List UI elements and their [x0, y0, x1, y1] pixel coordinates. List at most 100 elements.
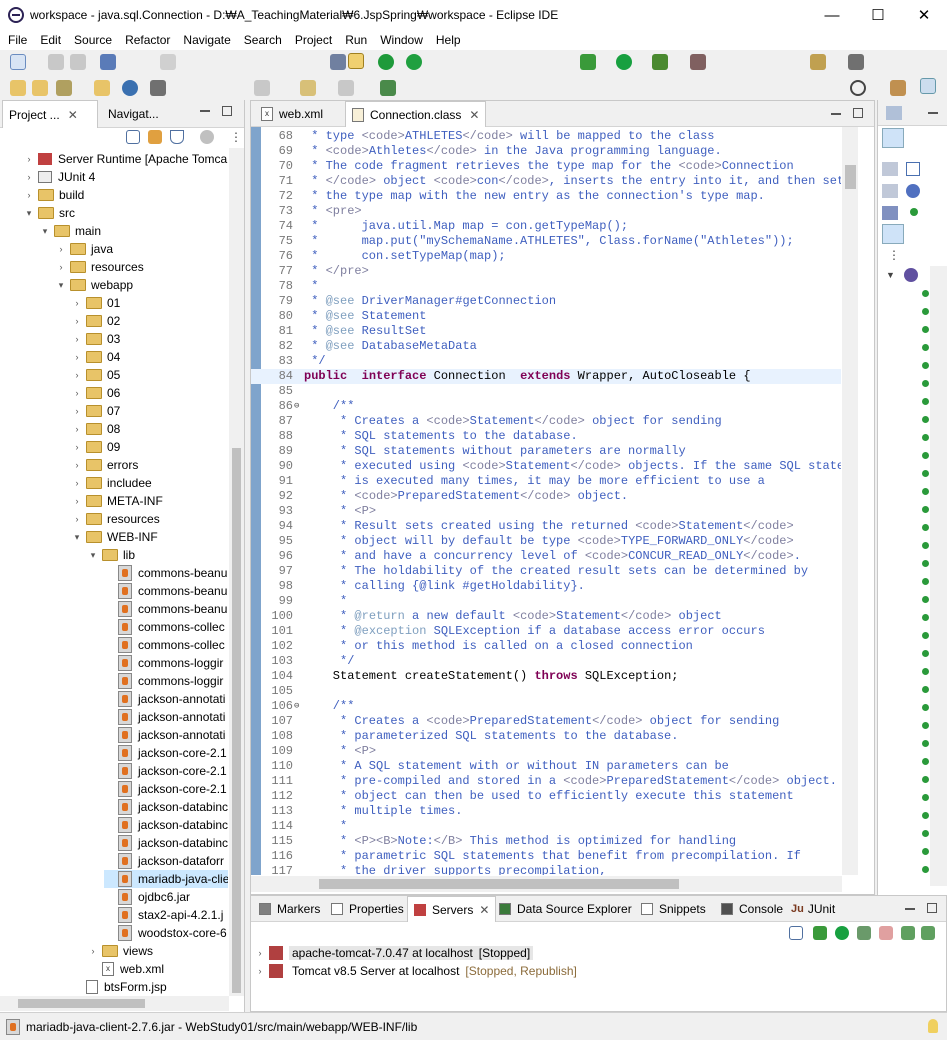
scrollbar-thumb[interactable]	[232, 448, 241, 993]
publish-server-icon[interactable]	[406, 54, 422, 70]
tab-snippets[interactable]: Snippets	[635, 896, 712, 922]
public-method-icon[interactable]	[922, 362, 929, 369]
tree-item[interactable]: jackson-databinc	[104, 816, 228, 834]
tab-markers[interactable]: Markers	[253, 896, 326, 922]
chevron-right-icon[interactable]: ›	[72, 298, 82, 308]
public-method-icon[interactable]	[922, 506, 929, 513]
forward-icon[interactable]	[338, 80, 354, 96]
open-type-icon[interactable]	[10, 80, 26, 96]
tree-item[interactable]: jackson-annotati	[104, 726, 225, 744]
tree-item[interactable]: › views	[88, 942, 154, 960]
public-method-icon[interactable]	[922, 578, 929, 585]
code-line[interactable]: 95 * object will by default be type <cod…	[251, 534, 841, 549]
code-line[interactable]: 71 * </code> object <code>con</code>, in…	[251, 174, 841, 189]
tree-item[interactable]: › 07	[72, 402, 121, 420]
code-line[interactable]: 115 * <P><B>Note:</B> This method is opt…	[251, 834, 841, 849]
tab-console[interactable]: Console	[715, 896, 789, 922]
toggle-mark-icon[interactable]	[330, 54, 346, 70]
new-java-project-icon[interactable]	[810, 54, 826, 70]
code-line[interactable]: 117 * the driver supports precompilation…	[251, 864, 841, 875]
code-line[interactable]: 75 * map.put("mySchemaName.ATHLETES", Cl…	[251, 234, 841, 249]
maximize-button[interactable]: ☐	[855, 0, 901, 30]
search-icon[interactable]	[850, 80, 866, 96]
collapse-all-icon[interactable]	[789, 926, 803, 940]
minimize-icon[interactable]	[200, 110, 210, 112]
chevron-right-icon[interactable]: ›	[72, 514, 82, 524]
external-tools-icon[interactable]	[690, 54, 706, 70]
code-line[interactable]: 110 * A SQL statement with or without IN…	[251, 759, 841, 774]
public-method-icon[interactable]	[922, 344, 929, 351]
scrollbar-thumb[interactable]	[319, 879, 679, 889]
chevron-right-icon[interactable]: ›	[72, 370, 82, 380]
chevron-down-icon[interactable]: ▾	[40, 226, 50, 237]
public-method-icon[interactable]	[922, 776, 929, 783]
tab-properties[interactable]: Properties	[325, 896, 410, 922]
public-method-icon[interactable]	[922, 560, 929, 567]
code-line[interactable]: 81 * @see ResultSet	[251, 324, 841, 339]
maximize-icon[interactable]	[927, 903, 937, 913]
tree-item[interactable]: › errors	[72, 456, 139, 474]
tree-item[interactable]: › 04	[72, 348, 121, 366]
code-line[interactable]: 86 ⊖ /**	[251, 399, 841, 414]
java-ee-perspective-icon[interactable]	[890, 80, 906, 96]
save-all-icon[interactable]	[70, 54, 86, 70]
tree-item[interactable]: ojdbc6.jar	[104, 888, 190, 906]
code-line[interactable]: 99 *	[251, 594, 841, 609]
code-line[interactable]: 93 * <P>	[251, 504, 841, 519]
coverage-icon[interactable]	[652, 54, 668, 70]
tree-item[interactable]: › 06	[72, 384, 121, 402]
tab-servers[interactable]: Servers ✕	[407, 896, 497, 922]
view-menu-icon[interactable]: ⋮	[230, 130, 242, 144]
code-line[interactable]: 68 * type <code>ATHLETES</code> will be …	[251, 129, 841, 144]
tree-item[interactable]: commons-beanu	[104, 582, 227, 600]
tree-item[interactable]: › java	[56, 240, 114, 258]
tree-item[interactable]: commons-collec	[104, 636, 225, 654]
public-method-icon[interactable]	[922, 794, 929, 801]
public-method-icon[interactable]	[922, 290, 929, 297]
tree-horizontal-scrollbar[interactable]	[0, 996, 229, 1011]
tree-item[interactable]: › resources	[56, 258, 144, 276]
tree-item[interactable]: › 05	[72, 366, 121, 384]
filter-icon[interactable]	[170, 130, 184, 144]
tree-vertical-scrollbar[interactable]	[229, 148, 244, 996]
publish-icon[interactable]	[901, 926, 915, 940]
public-method-icon[interactable]	[922, 308, 929, 315]
code-line[interactable]: 104 Statement createStatement() throws S…	[251, 669, 841, 684]
fold-icon[interactable]: ⊖	[294, 399, 299, 414]
code-line[interactable]: 72 * the type map with the new entry as …	[251, 189, 841, 204]
menu-navigate[interactable]: Navigate	[175, 33, 235, 47]
tree-item[interactable]: › includee	[72, 474, 152, 492]
tree-item[interactable]: x web.xml	[88, 960, 164, 978]
tree-item[interactable]: ▾ WEB-INF	[72, 528, 158, 546]
public-method-icon[interactable]	[922, 416, 929, 423]
tree-item[interactable]: commons-loggir	[104, 672, 223, 690]
code-line[interactable]: 84 public interface Connection extends Wr…	[251, 369, 841, 384]
public-method-icon[interactable]	[922, 758, 929, 765]
tab-data-source-explorer[interactable]: Data Source Explorer	[493, 896, 638, 922]
code-line[interactable]: 96 * and have a concurrency level of <co…	[251, 549, 841, 564]
chevron-right-icon[interactable]: ›	[72, 316, 82, 326]
view-menu-icon[interactable]: ⋮	[888, 248, 900, 262]
toggle-breadcrumb-icon[interactable]	[348, 53, 364, 69]
menu-file[interactable]: File	[0, 33, 32, 47]
server-row[interactable]: › Tomcat v8.5 Server at localhost [Stopp…	[255, 962, 875, 980]
code-line[interactable]: 78 *	[251, 279, 841, 294]
lightbulb-icon[interactable]	[928, 1019, 938, 1033]
new-java-class-icon[interactable]	[848, 54, 864, 70]
hide-local-types-icon[interactable]	[906, 184, 920, 198]
tab-junit[interactable]: Ju JUnit	[785, 896, 841, 922]
minimize-button[interactable]: —	[809, 0, 855, 30]
chevron-right-icon[interactable]: ›	[255, 966, 265, 976]
menu-project[interactable]: Project	[287, 33, 337, 47]
code-line[interactable]: 70 * The code fragment retrieves the typ…	[251, 159, 841, 174]
save-icon[interactable]	[48, 54, 64, 70]
close-icon[interactable]: ✕	[469, 108, 479, 122]
code-line[interactable]: 97 * The holdability of the created resu…	[251, 564, 841, 579]
code-line[interactable]: 77 * </pre>	[251, 264, 841, 279]
stop-icon[interactable]	[879, 926, 893, 940]
code-line[interactable]: 106 ⊖ /**	[251, 699, 841, 714]
link-editor-icon[interactable]	[148, 130, 162, 144]
new-icon[interactable]	[10, 54, 26, 70]
code-line[interactable]: 111 * pre-compiled and stored in a <code…	[251, 774, 841, 789]
public-method-icon[interactable]	[922, 740, 929, 747]
